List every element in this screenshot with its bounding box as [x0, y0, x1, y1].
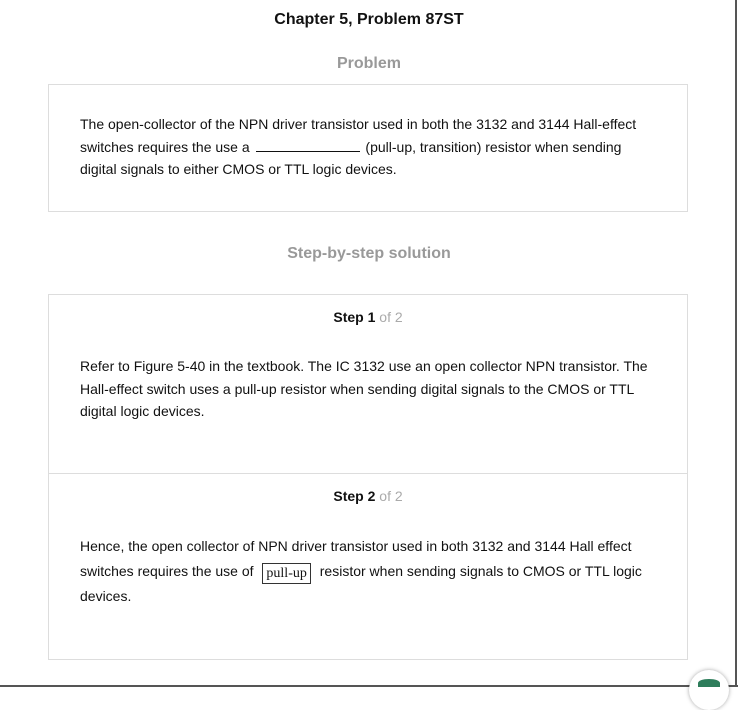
page-edge-right [735, 0, 737, 687]
step-2-text: Hence, the open collector of NPN driver … [80, 534, 660, 609]
problem-heading: Problem [336, 55, 401, 72]
step-2-label: Step [333, 488, 364, 504]
step-1-title: Step 1 of 2 [49, 309, 687, 325]
chat-bubble-inner [698, 679, 720, 687]
solution-box: Step 1 of 2 Refer to Figure 5-40 in the … [48, 294, 688, 660]
step-1-of: of 2 [379, 309, 403, 325]
step-1-text: Refer to Figure 5-40 in the textbook. Th… [80, 358, 648, 419]
fill-in-blank [255, 139, 360, 152]
problem-box: The open-collector of the NPN driver tra… [48, 84, 688, 212]
step-1-label: Step [333, 309, 364, 325]
step-2-title: Step 2 of 2 [49, 488, 687, 504]
step-divider [49, 473, 687, 474]
solution-heading: Step-by-step solution [287, 245, 451, 262]
step-2-number: 2 [367, 488, 376, 504]
answer-box: pull-up [262, 563, 311, 584]
chat-bubble-icon[interactable] [689, 670, 729, 710]
page-title: Chapter 5, Problem 87ST [274, 11, 464, 28]
problem-text: The open-collector of the NPN driver tra… [80, 113, 660, 181]
step-1-number: 1 [367, 309, 376, 325]
step-2-of: of 2 [379, 488, 403, 504]
